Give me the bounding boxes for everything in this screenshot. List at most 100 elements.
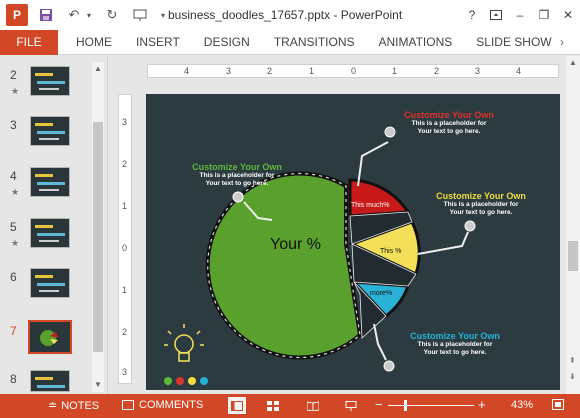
callout-body: This is a placeholder for — [443, 201, 519, 208]
ruler-tick: 2 — [267, 66, 273, 76]
ribbon-scroll-right-icon[interactable]: › — [548, 30, 576, 55]
animation-star-icon: ★ — [11, 86, 20, 96]
undo-dropdown-icon[interactable]: ▾ — [84, 5, 94, 25]
slide-canvas[interactable]: Your % This much% This % more% Customize… — [146, 94, 560, 390]
scroll-down-icon[interactable]: ▼ — [94, 380, 102, 389]
callout-heading: Customize Your Own — [404, 110, 494, 120]
tab-transitions[interactable]: TRANSITIONS — [262, 30, 367, 55]
tab-design[interactable]: DESIGN — [192, 30, 262, 55]
reading-view-button[interactable] — [304, 397, 322, 414]
slide-thumbnail[interactable]: 2 ★ — [0, 66, 92, 110]
slide-show-view-button[interactable] — [342, 397, 360, 414]
slide-preview — [30, 116, 70, 146]
slide-preview — [30, 167, 70, 197]
ruler-tick: 2 — [434, 66, 440, 76]
ruler-tick: 1 — [122, 201, 128, 211]
callout-blue[interactable]: Customize Your Own This is a placeholder… — [398, 331, 512, 357]
fit-slide-icon[interactable] — [552, 399, 564, 410]
comments-button[interactable]: COMMENTS — [122, 399, 203, 411]
zoom-level[interactable]: 43% — [511, 399, 533, 411]
zoom-out-button[interactable]: − — [375, 397, 383, 412]
slide-preview — [30, 218, 70, 248]
status-bar: ≐ NOTES COMMENTS − + 43% — [0, 394, 580, 418]
comments-icon — [122, 400, 134, 410]
slide-thumbnail[interactable]: 5 ★ — [0, 218, 92, 262]
customize-toolbar-icon[interactable]: ▾ — [158, 5, 168, 25]
slide-number: 7 — [10, 324, 17, 338]
zoom-slider[interactable] — [388, 405, 474, 406]
slide-thumbnail-selected[interactable]: 7 — [0, 320, 92, 366]
zoom-slider-handle[interactable] — [404, 400, 407, 411]
next-slide-icon[interactable]: ⇟ — [569, 372, 576, 381]
ribbon-display-options-icon[interactable] — [484, 0, 508, 30]
animation-star-icon: ★ — [11, 238, 20, 248]
ruler-tick: 4 — [516, 66, 522, 76]
pie-slice-green — [205, 171, 363, 360]
slide-number: 8 — [10, 372, 17, 386]
vertical-ruler[interactable]: 3 2 1 0 1 2 3 — [118, 94, 132, 384]
yellow-slice-label[interactable]: This % — [380, 248, 401, 255]
previous-slide-icon[interactable]: ⇞ — [569, 356, 576, 365]
title-bar: P ↶ ▾ ↻ ▾ business_doodles_17657.pptx - … — [0, 0, 580, 30]
thumbnails-scrollbar[interactable]: ▲ ▼ — [92, 62, 104, 392]
callout-yellow[interactable]: Customize Your Own This is a placeholder… — [424, 191, 538, 217]
slide-number: 5 — [10, 220, 17, 234]
normal-view-button[interactable] — [228, 397, 246, 414]
red-slice-label[interactable]: This much% — [351, 202, 390, 209]
ruler-tick: 3 — [122, 117, 128, 127]
close-button[interactable]: ✕ — [556, 0, 580, 30]
callout-body: Your text to go here. — [449, 209, 513, 216]
notes-label: NOTES — [61, 399, 100, 412]
slide-sorter-view-button[interactable] — [264, 397, 282, 414]
document-title: business_doodles_17657.pptx - PowerPoint — [168, 8, 403, 22]
scroll-up-icon[interactable]: ▲ — [94, 64, 102, 73]
animation-star-icon: ★ — [11, 187, 20, 197]
color-dot-red — [176, 377, 184, 385]
ruler-tick: 0 — [351, 66, 357, 76]
slide-thumbnail[interactable]: 6 — [0, 268, 92, 312]
horizontal-ruler[interactable]: 4 3 2 1 0 1 2 3 4 — [147, 64, 559, 78]
slide-preview — [30, 370, 70, 392]
ruler-tick: 1 — [122, 285, 128, 295]
callout-body: This is a placeholder for — [199, 172, 275, 179]
save-icon[interactable] — [36, 5, 56, 25]
tab-animations[interactable]: ANIMATIONS — [366, 30, 464, 55]
color-dot-blue — [200, 377, 208, 385]
restore-button[interactable]: ❐ — [532, 0, 556, 30]
tab-home[interactable]: HOME — [64, 30, 124, 55]
ruler-tick: 0 — [122, 243, 128, 253]
slide-preview — [28, 320, 72, 354]
callout-body: Your text to go here. — [205, 180, 269, 187]
comments-label: COMMENTS — [139, 399, 204, 411]
scrollbar-thumb[interactable] — [93, 122, 103, 352]
tab-file[interactable]: FILE — [0, 29, 58, 55]
slideshow-from-beginning-icon[interactable] — [130, 5, 150, 25]
undo-icon[interactable]: ↶ — [64, 5, 84, 25]
ruler-tick: 4 — [184, 66, 190, 76]
callout-heading: Customize Your Own — [192, 162, 282, 172]
tab-insert[interactable]: INSERT — [124, 30, 192, 55]
callout-heading: Customize Your Own — [436, 191, 526, 201]
callout-body: This is a placeholder for — [417, 341, 493, 348]
ruler-tick: 2 — [122, 327, 128, 337]
notes-button[interactable]: ≐ NOTES — [48, 399, 100, 413]
callout-red[interactable]: Customize Your Own This is a placeholder… — [394, 110, 504, 136]
callout-body: Your text to go here. — [423, 349, 487, 356]
ruler-tick: 1 — [392, 66, 398, 76]
help-button[interactable]: ? — [460, 0, 484, 30]
scroll-up-icon[interactable]: ▲ — [569, 58, 577, 67]
redo-icon[interactable]: ↻ — [102, 5, 122, 25]
slide-number: 4 — [10, 169, 17, 183]
lightbulb-icon — [164, 324, 204, 362]
scrollbar-thumb[interactable] — [568, 241, 578, 271]
callout-green[interactable]: Customize Your Own This is a placeholder… — [182, 162, 292, 188]
slide-thumbnail[interactable]: 4 ★ — [0, 167, 92, 211]
blue-slice-label[interactable]: more% — [370, 290, 392, 297]
editor-scrollbar[interactable]: ▲ ⇞ ⇟ — [566, 56, 580, 394]
center-label[interactable]: Your % — [270, 236, 321, 254]
slide-preview — [30, 268, 70, 298]
color-dot-yellow — [188, 377, 196, 385]
slide-thumbnail[interactable]: 3 — [0, 116, 92, 160]
minimize-button[interactable]: – — [508, 0, 532, 30]
zoom-in-button[interactable]: + — [478, 397, 486, 412]
